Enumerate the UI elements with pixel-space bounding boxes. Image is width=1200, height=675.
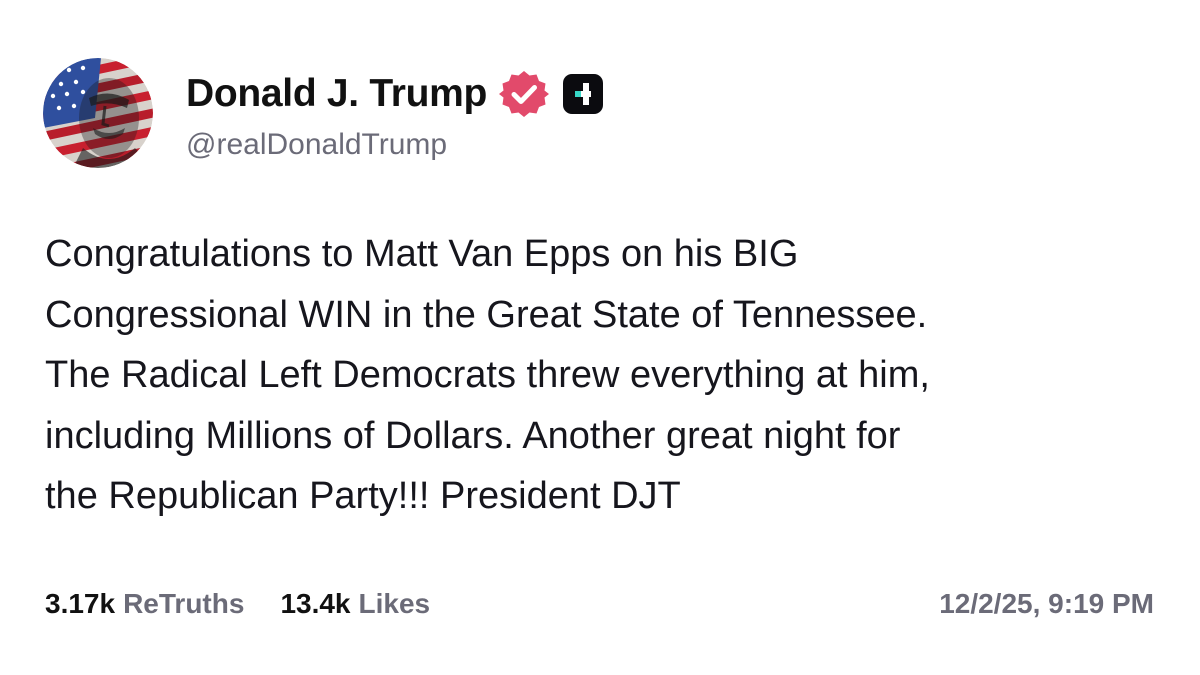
post-body-line: the Republican Party!!! President DJT: [45, 475, 681, 517]
post-stats: 3.17k ReTruths 13.4k Likes: [45, 588, 430, 620]
author-handle[interactable]: @realDonaldTrump: [186, 128, 447, 162]
post-body-line: The Radical Left Democrats threw everyth…: [45, 354, 930, 396]
post-card: Donald J. Trump @realDonaldTrump Congrat…: [0, 0, 1200, 675]
likes-count: 13.4k: [280, 588, 351, 619]
retruths-count: 3.17k: [45, 588, 116, 619]
display-name[interactable]: Donald J. Trump: [186, 72, 487, 116]
post-body-line: Congressional WIN in the Great State of …: [45, 293, 928, 336]
truth-plus-icon: [563, 74, 604, 114]
post-body-line: Congratulations to Matt Van Epps on his …: [45, 233, 799, 275]
author-name-row: Donald J. Trump: [186, 66, 604, 122]
avatar-image: [43, 58, 153, 168]
verified-check-icon: [499, 71, 550, 117]
post-timestamp[interactable]: 12/2/25, 9:19 PM: [939, 588, 1154, 620]
retruths-label: ReTruths: [123, 588, 245, 619]
retruths-stat[interactable]: 3.17k ReTruths: [45, 588, 244, 620]
avatar[interactable]: [43, 58, 153, 168]
post-body: Congratulations to Matt Van Epps on his …: [45, 224, 1165, 527]
likes-stat[interactable]: 13.4k Likes: [280, 588, 430, 620]
post-body-line: including Millions of Dollars. Another g…: [45, 414, 901, 457]
likes-label: Likes: [358, 588, 431, 619]
